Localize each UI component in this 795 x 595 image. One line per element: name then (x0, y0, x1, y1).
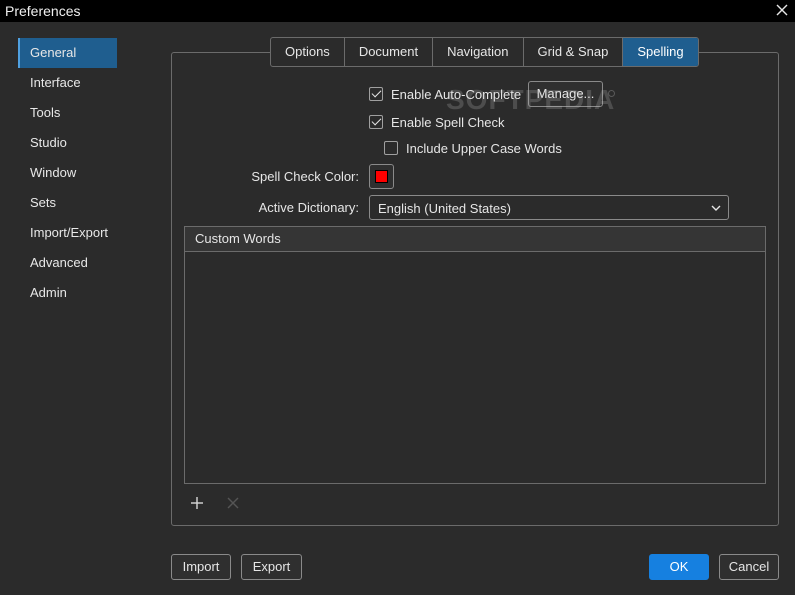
cancel-button[interactable]: Cancel (719, 554, 779, 580)
sidebar-item-window[interactable]: Window (18, 158, 117, 188)
auto-complete-label: Enable Auto-Complete (391, 86, 522, 102)
spell-check-label: Enable Spell Check (391, 114, 505, 130)
upper-case-checkbox[interactable] (384, 141, 398, 155)
spell-check-checkbox[interactable] (369, 115, 383, 129)
sidebar-item-interface[interactable]: Interface (18, 68, 117, 98)
tab-bar: Options Document Navigation Grid & Snap … (270, 37, 699, 67)
x-icon[interactable] (225, 495, 241, 511)
custom-words-header: Custom Words (185, 227, 765, 252)
window-title: Preferences (5, 3, 81, 19)
category-sidebar: General Interface Tools Studio Window Se… (18, 38, 117, 308)
spell-check-row: Enable Spell Check (369, 113, 504, 131)
spell-check-color-label: Spell Check Color: (251, 169, 359, 184)
sidebar-item-advanced[interactable]: Advanced (18, 248, 117, 278)
close-icon[interactable] (775, 3, 789, 17)
sidebar-item-sets[interactable]: Sets (18, 188, 117, 218)
import-button[interactable]: Import (171, 554, 231, 580)
upper-case-label: Include Upper Case Words (406, 140, 562, 156)
tab-grid-snap[interactable]: Grid & Snap (524, 38, 624, 66)
spell-check-color-picker[interactable] (369, 164, 394, 189)
manage-button[interactable]: Manage... (528, 81, 603, 107)
active-dictionary-select[interactable]: English (United States) (369, 195, 729, 220)
tab-document[interactable]: Document (345, 38, 434, 66)
auto-complete-checkbox[interactable] (369, 87, 383, 101)
sidebar-item-studio[interactable]: Studio (18, 128, 117, 158)
upper-case-row: Include Upper Case Words (384, 139, 562, 157)
custom-words-list[interactable]: Custom Words (184, 226, 766, 484)
auto-complete-row: Enable Auto-Complete (369, 85, 521, 103)
sidebar-item-import-export[interactable]: Import/Export (18, 218, 117, 248)
tab-navigation[interactable]: Navigation (433, 38, 524, 66)
color-swatch (375, 170, 388, 183)
ok-button[interactable]: OK (649, 554, 709, 580)
dictionary-value: English (United States) (378, 201, 511, 216)
sidebar-item-admin[interactable]: Admin (18, 278, 117, 308)
sidebar-item-tools[interactable]: Tools (18, 98, 117, 128)
title-bar: Preferences (0, 0, 795, 22)
active-dictionary-label: Active Dictionary: (258, 200, 359, 215)
chevron-down-icon (711, 205, 721, 211)
plus-icon[interactable] (189, 495, 205, 511)
tab-spelling[interactable]: Spelling (623, 38, 698, 66)
tab-options[interactable]: Options (271, 38, 345, 66)
export-button[interactable]: Export (241, 554, 302, 580)
sidebar-item-general[interactable]: General (18, 38, 117, 68)
